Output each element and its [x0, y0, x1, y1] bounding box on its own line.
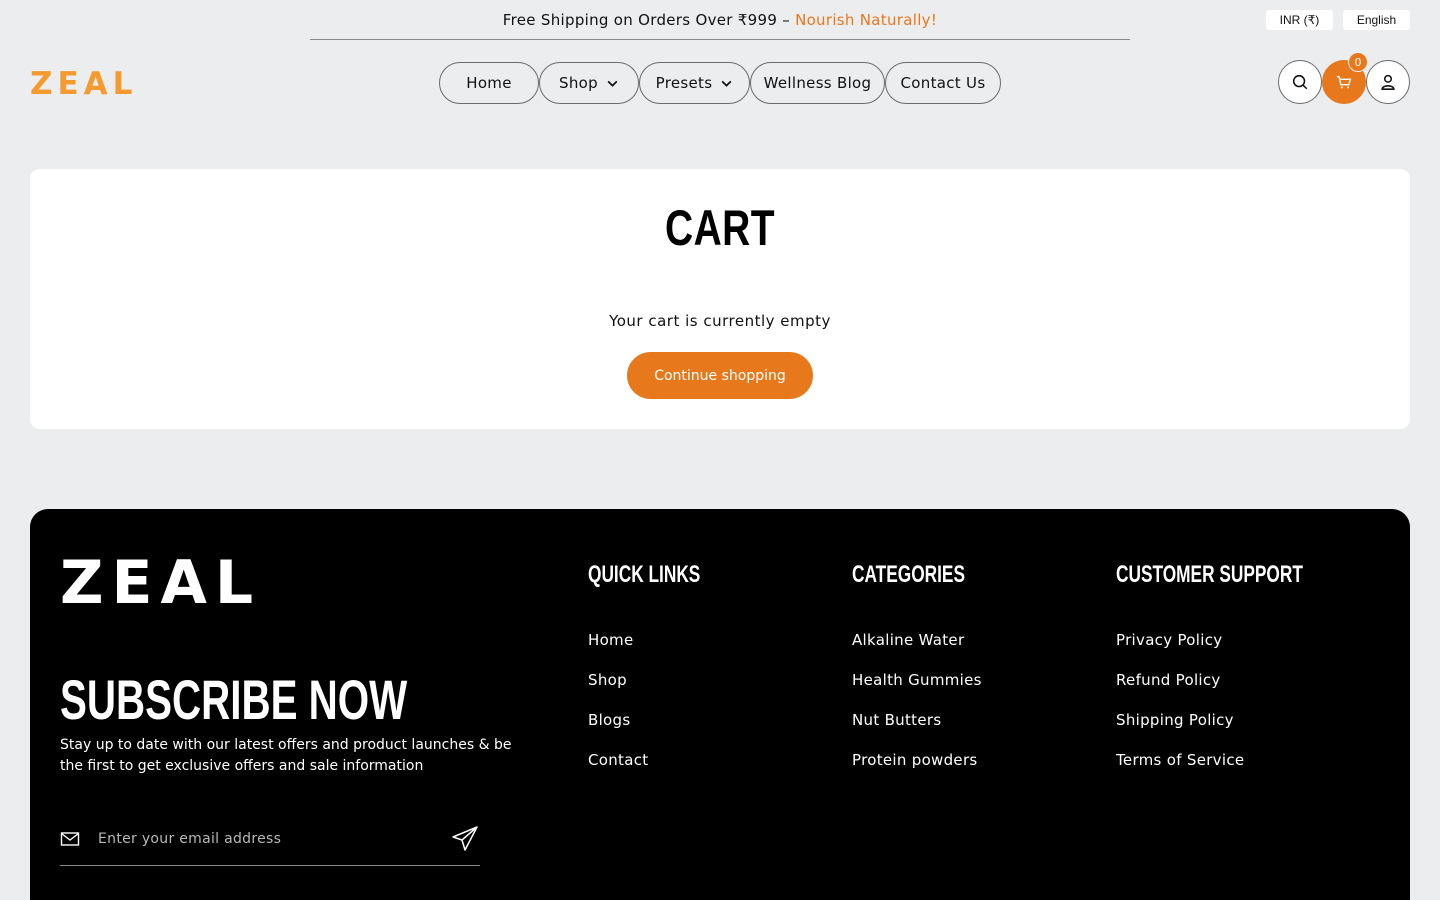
announcement-bar: Free Shipping on Orders Over ₹999 – Nour…	[310, 0, 1130, 40]
footer-link-home[interactable]: Home	[588, 631, 744, 671]
subscribe-submit-button[interactable]	[450, 824, 480, 854]
subscribe-form	[60, 812, 480, 866]
categories-column: CATEGORIES Alkaline Water Health Gummies…	[852, 561, 1009, 791]
nav-shop[interactable]: Shop	[539, 62, 639, 104]
footer-logo[interactable]: ZEAL	[60, 553, 261, 613]
cart-button[interactable]: 0	[1322, 52, 1368, 104]
currency-selector[interactable]: INR (₹)	[1266, 10, 1333, 30]
account-button[interactable]	[1366, 60, 1410, 104]
customer-support-title: CUSTOMER SUPPORT	[1116, 561, 1303, 588]
chevron-down-icon	[607, 80, 618, 87]
category-nut-butters[interactable]: Nut Butters	[852, 711, 1009, 751]
nav-presets[interactable]: Presets	[639, 62, 750, 104]
cart-count-badge: 0	[1348, 52, 1368, 72]
language-selector[interactable]: English	[1343, 10, 1410, 30]
subscribe-description: Stay up to date with our latest offers a…	[60, 737, 512, 774]
quick-links-title: QUICK LINKS	[588, 561, 701, 588]
footer: ZEAL SUBSCRIBE NOW Stay up to date with …	[30, 509, 1410, 900]
footer-link-contact[interactable]: Contact	[588, 751, 744, 791]
page-title: CART	[665, 200, 775, 256]
email-input[interactable]	[98, 830, 450, 847]
search-button[interactable]	[1278, 60, 1322, 104]
header-actions: 0	[1278, 52, 1410, 104]
support-privacy-policy[interactable]: Privacy Policy	[1116, 631, 1376, 671]
continue-shopping-button[interactable]: Continue shopping	[627, 352, 813, 399]
chevron-down-icon	[721, 80, 732, 87]
send-icon	[452, 825, 478, 851]
user-icon	[1381, 74, 1395, 90]
nav-presets-label: Presets	[655, 74, 713, 92]
nav-home-label: Home	[466, 74, 512, 92]
category-health-gummies[interactable]: Health Gummies	[852, 671, 1009, 711]
support-terms-of-service[interactable]: Terms of Service	[1116, 751, 1376, 791]
nav-contact-us[interactable]: Contact Us	[885, 62, 1001, 104]
nav-wellness-blog-label: Wellness Blog	[763, 74, 872, 92]
nav-shop-label: Shop	[559, 74, 598, 92]
category-alkaline-water[interactable]: Alkaline Water	[852, 631, 1009, 671]
nav-contact-us-label: Contact Us	[900, 74, 986, 92]
locale-selectors: INR (₹) English	[1266, 10, 1410, 30]
announcement-text: Free Shipping on Orders Over ₹999 –	[502, 10, 791, 29]
support-shipping-policy[interactable]: Shipping Policy	[1116, 711, 1376, 751]
footer-link-blogs[interactable]: Blogs	[588, 711, 744, 751]
subscribe-title: SUBSCRIBE NOW	[60, 668, 408, 731]
cart-icon	[1336, 75, 1352, 89]
main-nav: Home Shop Presets Wellness Blog Contact …	[439, 62, 1001, 104]
support-refund-policy[interactable]: Refund Policy	[1116, 671, 1376, 711]
cart-panel: CART Your cart is currently empty Contin…	[30, 169, 1410, 429]
empty-cart-message: Your cart is currently empty	[609, 312, 831, 330]
nav-wellness-blog[interactable]: Wellness Blog	[750, 62, 885, 104]
categories-title: CATEGORIES	[852, 561, 965, 588]
customer-support-column: CUSTOMER SUPPORT Privacy Policy Refund P…	[1116, 561, 1376, 791]
site-logo[interactable]: ZEAL	[30, 66, 137, 102]
search-icon	[1292, 74, 1308, 90]
announcement-accent: Nourish Naturally!	[795, 10, 938, 29]
quick-links-column: QUICK LINKS Home Shop Blogs Contact	[588, 561, 744, 791]
nav-home[interactable]: Home	[439, 62, 539, 104]
footer-link-shop[interactable]: Shop	[588, 671, 744, 711]
mail-icon	[60, 831, 80, 846]
category-protein-powders[interactable]: Protein powders	[852, 751, 1009, 791]
